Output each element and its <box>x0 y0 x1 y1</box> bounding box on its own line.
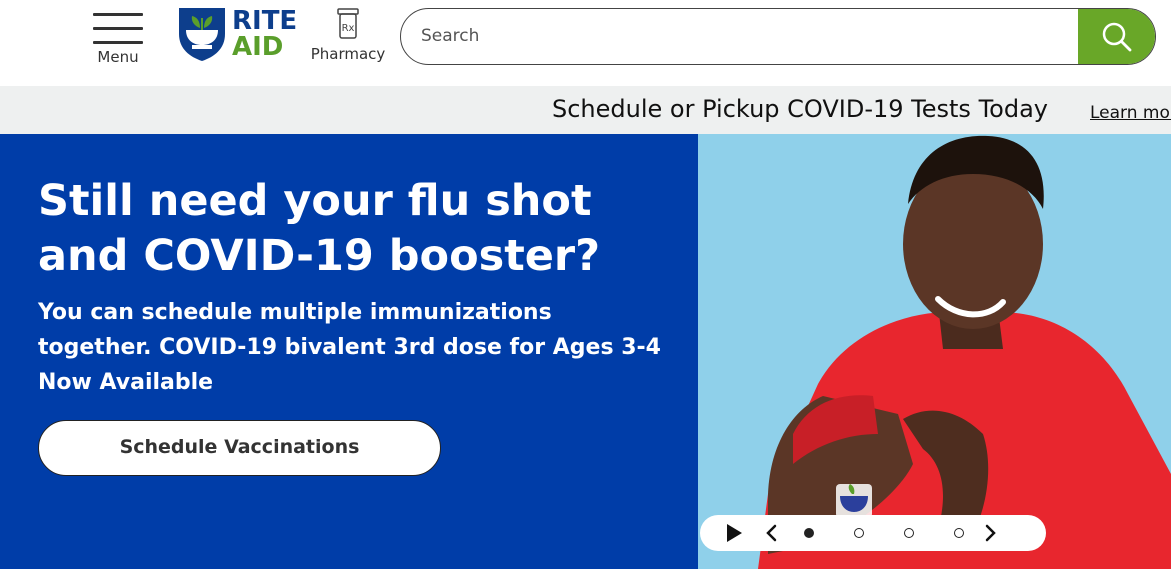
rite-aid-logo[interactable]: RITE AID <box>176 4 306 64</box>
chevron-left-icon <box>766 524 777 542</box>
rx-bottle-icon: Rx <box>337 8 359 39</box>
menu-label: Menu <box>97 48 139 66</box>
hero-subtitle: You can schedule multiple immunizations … <box>38 300 661 395</box>
search-bar <box>400 8 1156 65</box>
site-header: Menu RITE AID Rx Pharmacy <box>0 0 1171 86</box>
pharmacy-label: Pharmacy <box>310 45 386 63</box>
search-button[interactable] <box>1078 9 1155 64</box>
schedule-vaccinations-button[interactable]: Schedule Vaccinations <box>38 420 441 476</box>
svg-text:Rx: Rx <box>342 23 355 34</box>
shield-logo-icon <box>179 8 225 61</box>
announcement-text: Schedule or Pickup COVID-19 Tests Today <box>552 95 1048 123</box>
announcement-bar: Schedule or Pickup COVID-19 Tests Today … <box>0 86 1171 134</box>
carousel-dot-3[interactable] <box>904 528 914 538</box>
search-input[interactable] <box>401 9 1079 63</box>
carousel-dot-4[interactable] <box>954 528 964 538</box>
menu-icon <box>93 13 143 16</box>
carousel-dot-1[interactable] <box>804 528 814 538</box>
menu-button[interactable]: Menu <box>90 10 146 68</box>
menu-icon-bar <box>93 27 143 30</box>
search-icon <box>1102 22 1131 51</box>
man-with-bandage-photo <box>758 135 1171 569</box>
hero-title: Still need your flu shot and COVID-19 bo… <box>38 176 601 281</box>
next-slide-button[interactable] <box>980 515 1000 551</box>
logo-word-aid: AID <box>232 32 284 62</box>
carousel-controls <box>700 515 1046 551</box>
previous-slide-button[interactable] <box>762 515 782 551</box>
menu-icon-bar <box>93 41 143 44</box>
play-button[interactable] <box>720 515 748 551</box>
pharmacy-link[interactable]: Rx Pharmacy <box>306 8 390 70</box>
chevron-right-icon <box>985 524 996 542</box>
play-icon <box>727 524 742 542</box>
carousel-dot-2[interactable] <box>854 528 864 538</box>
learn-more-link[interactable]: Learn more <box>1090 103 1171 123</box>
hero-image <box>698 134 1171 569</box>
